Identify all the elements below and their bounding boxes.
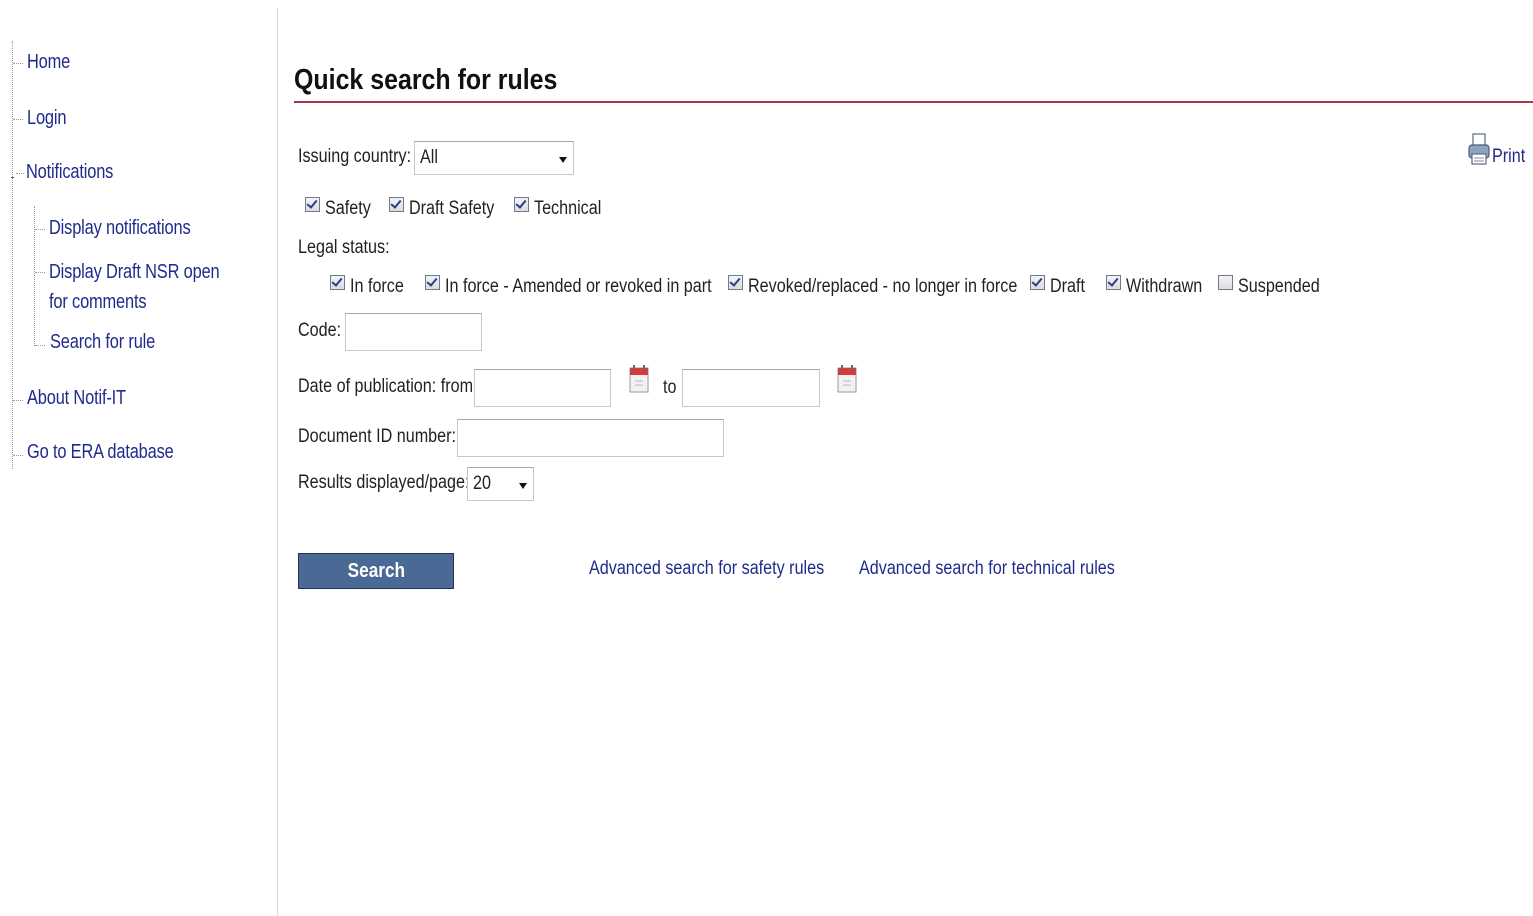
print-button[interactable]: Print bbox=[1468, 132, 1531, 168]
checkbox-safety[interactable]: Safety bbox=[305, 196, 379, 220]
print-label: Print bbox=[1491, 146, 1526, 167]
tree-connector bbox=[13, 455, 23, 456]
advanced-search-technical-link[interactable]: Advanced search for technical rules bbox=[859, 558, 1115, 580]
sidebar-item-about[interactable]: About Notif-IT bbox=[27, 387, 126, 410]
checkbox-icon[interactable] bbox=[425, 274, 440, 290]
checkbox-icon[interactable] bbox=[514, 196, 529, 212]
tree-connector bbox=[35, 345, 45, 346]
document-id-input[interactable] bbox=[457, 419, 724, 457]
tree-connector bbox=[16, 173, 24, 174]
document-id-label: Document ID number: bbox=[298, 426, 456, 447]
sidebar-nav: Home Login - Notifications Display notif… bbox=[0, 8, 278, 916]
date-to-label: to bbox=[663, 377, 677, 398]
checkbox-label: Revoked/replaced - no longer in force bbox=[748, 276, 1018, 297]
checkbox-in-force[interactable]: In force bbox=[330, 274, 413, 298]
tree-connector bbox=[13, 119, 23, 120]
date-from-label: Date of publication: from bbox=[298, 376, 474, 397]
checkbox-suspended[interactable]: Suspended bbox=[1218, 274, 1334, 298]
sidebar-item-home[interactable]: Home bbox=[27, 51, 70, 74]
tree-connector bbox=[13, 63, 23, 64]
checkbox-label: Safety bbox=[325, 198, 371, 219]
tree-connector bbox=[35, 229, 45, 230]
results-per-page-label: Results displayed/page: bbox=[298, 472, 470, 493]
results-per-page-value: 20 bbox=[473, 473, 491, 494]
issuing-country-label: Issuing country: bbox=[298, 146, 412, 167]
checkbox-icon[interactable] bbox=[389, 196, 404, 212]
checkbox-label: Draft Safety bbox=[409, 198, 495, 219]
sidebar-item-search-for-rule[interactable]: Search for rule bbox=[50, 331, 155, 354]
sidebar-item-display-notifications[interactable]: Display notifications bbox=[49, 217, 191, 240]
chevron-down-icon bbox=[559, 157, 567, 163]
checkbox-draft[interactable]: Draft bbox=[1030, 274, 1091, 298]
tree-line bbox=[34, 206, 35, 346]
tree-connector bbox=[35, 272, 45, 273]
checkbox-label: In force - Amended or revoked in part bbox=[445, 276, 712, 297]
checkbox-label: Technical bbox=[534, 198, 602, 219]
results-per-page-select[interactable]: 20 bbox=[467, 467, 534, 501]
sidebar-item-notifications[interactable]: Notifications bbox=[26, 161, 113, 184]
legal-status-label: Legal status: bbox=[298, 237, 390, 258]
tree-line bbox=[12, 41, 13, 469]
checkbox-icon[interactable] bbox=[1106, 274, 1121, 290]
checkbox-label: Draft bbox=[1050, 276, 1086, 297]
search-button-label: Search bbox=[347, 560, 405, 582]
checkbox-label: Suspended bbox=[1238, 276, 1320, 297]
checkbox-in-force-amended[interactable]: In force - Amended or revoked in part bbox=[425, 274, 759, 298]
issuing-country-value: All bbox=[420, 147, 438, 168]
sidebar-item-display-draft-nsr[interactable]: Display Draft NSR open for comments bbox=[49, 257, 238, 317]
page-title: Quick search for rules bbox=[294, 64, 558, 96]
sidebar-item-era-database[interactable]: Go to ERA database bbox=[27, 441, 174, 464]
code-label: Code: bbox=[298, 320, 342, 341]
sidebar-item-login[interactable]: Login bbox=[27, 107, 66, 130]
calendar-icon[interactable] bbox=[837, 364, 857, 394]
checkbox-revoked[interactable]: Revoked/replaced - no longer in force bbox=[728, 274, 1065, 298]
title-divider bbox=[294, 101, 1533, 103]
checkbox-withdrawn[interactable]: Withdrawn bbox=[1106, 274, 1216, 298]
date-from-input[interactable] bbox=[474, 369, 611, 407]
chevron-down-icon bbox=[519, 483, 527, 489]
advanced-search-safety-link[interactable]: Advanced search for safety rules bbox=[589, 558, 824, 580]
issuing-country-select[interactable]: All bbox=[414, 141, 574, 175]
checkbox-technical[interactable]: Technical bbox=[514, 196, 613, 220]
printer-icon bbox=[1468, 133, 1490, 165]
main-content: Quick search for rules Print Issuing cou… bbox=[294, 0, 1533, 916]
checkbox-icon[interactable] bbox=[1218, 274, 1233, 290]
tree-connector bbox=[13, 400, 23, 401]
checkbox-label: In force bbox=[350, 276, 404, 297]
collapse-toggle-icon[interactable]: - bbox=[9, 171, 16, 183]
checkbox-icon[interactable] bbox=[728, 274, 743, 290]
calendar-icon[interactable] bbox=[629, 364, 649, 394]
code-input[interactable] bbox=[345, 313, 482, 351]
checkbox-label: Withdrawn bbox=[1126, 276, 1203, 297]
checkbox-icon[interactable] bbox=[305, 196, 320, 212]
checkbox-icon[interactable] bbox=[1030, 274, 1045, 290]
date-to-input[interactable] bbox=[682, 369, 820, 407]
search-button[interactable]: Search bbox=[298, 553, 454, 589]
checkbox-draft-safety[interactable]: Draft Safety bbox=[389, 196, 509, 220]
checkbox-icon[interactable] bbox=[330, 274, 345, 290]
